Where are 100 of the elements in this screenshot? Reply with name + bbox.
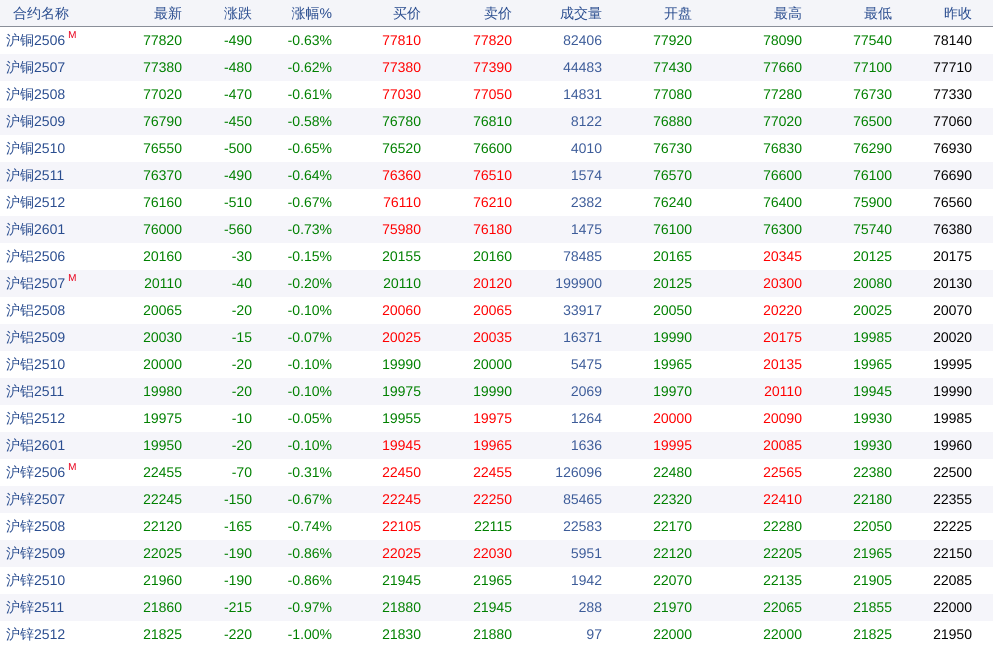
table-cell: 20085 <box>763 437 802 453</box>
table-cell: 21950 <box>933 626 972 642</box>
table-cell: -0.10% <box>288 356 332 372</box>
table-cell: 20160 <box>143 248 182 264</box>
table-cell: -500 <box>224 140 252 156</box>
table-cell: -510 <box>224 194 252 210</box>
table-cell: 8122 <box>570 113 602 129</box>
table-cell: 22105 <box>382 518 421 534</box>
contract-name[interactable]: 沪铝2506 <box>6 243 66 270</box>
column-header[interactable]: 涨跌 <box>224 5 252 21</box>
table-cell: 76730 <box>653 140 692 156</box>
table-cell: 76240 <box>653 194 692 210</box>
contract-name[interactable]: 沪铝2512 <box>6 405 66 432</box>
table-cell: 77430 <box>653 59 692 75</box>
column-header[interactable]: 卖价 <box>484 5 512 21</box>
contract-name[interactable]: 沪铝2510 <box>6 351 66 378</box>
contract-name[interactable]: 沪铜2508 <box>6 81 66 108</box>
table-cell: 20110 <box>383 275 421 291</box>
table-cell: 22050 <box>853 518 892 534</box>
table-cell: 20065 <box>143 302 182 318</box>
table-cell: 44483 <box>563 59 602 75</box>
contract-name[interactable]: 沪锌2512 <box>6 621 66 648</box>
contract-name[interactable]: 沪铜2511 <box>6 162 64 189</box>
table-cell: 77810 <box>382 32 421 48</box>
table-cell: 22225 <box>933 518 972 534</box>
contract-name[interactable]: 沪锌2507 <box>6 486 66 513</box>
table-cell: 2382 <box>570 194 602 210</box>
contract-name[interactable]: 沪铝2508 <box>6 297 66 324</box>
table-cell: -470 <box>224 86 252 102</box>
contract-name[interactable]: 沪锌2508 <box>6 513 66 540</box>
table-cell: 20120 <box>473 275 512 291</box>
table-cell: 22380 <box>853 464 892 480</box>
table-cell: -0.65% <box>288 140 332 156</box>
table-cell: 77540 <box>853 32 892 48</box>
table-cell: -0.58% <box>288 113 332 129</box>
table-cell: 20090 <box>763 410 802 426</box>
table-cell: 76180 <box>473 221 512 237</box>
table-cell: -0.74% <box>288 518 332 534</box>
contract-name[interactable]: 沪铝2509 <box>6 324 66 351</box>
table-cell: 20025 <box>382 329 421 345</box>
table-cell: 199900 <box>555 275 602 291</box>
table-cell: 76560 <box>933 194 972 210</box>
table-cell: -40 <box>232 275 252 291</box>
table-cell: 77060 <box>933 113 972 129</box>
table-cell: 77080 <box>653 86 692 102</box>
column-header[interactable]: 最高 <box>774 5 802 21</box>
contract-name[interactable]: 沪锌2511 <box>6 594 64 621</box>
contract-name[interactable]: 沪锌2509 <box>6 540 66 567</box>
column-header[interactable]: 开盘 <box>664 5 692 21</box>
contract-name[interactable]: 沪铜2507 <box>6 54 66 81</box>
contract-name[interactable]: 沪铝2601 <box>6 432 66 459</box>
table-cell: 1574 <box>570 167 602 183</box>
table-cell: 77710 <box>933 59 972 75</box>
contract-name[interactable]: 沪锌2510 <box>6 567 66 594</box>
table-cell: 76110 <box>383 194 421 210</box>
contract-name[interactable]: 沪铝2511 <box>6 378 64 405</box>
table-cell: -0.15% <box>288 248 332 264</box>
table-cell: 19930 <box>853 437 892 453</box>
table-cell: 20165 <box>653 248 692 264</box>
table-cell: -190 <box>224 545 252 561</box>
table-cell: 20160 <box>473 248 512 264</box>
table-cell: 19985 <box>853 329 892 345</box>
table-cell: -190 <box>224 572 252 588</box>
column-header[interactable]: 涨幅% <box>292 5 332 21</box>
contract-name[interactable]: 沪铜2512 <box>6 189 66 216</box>
contract-name[interactable]: 沪铜2506 <box>6 27 66 54</box>
table-cell: 76520 <box>382 140 421 156</box>
contract-name[interactable]: 沪铝2507 <box>6 270 66 297</box>
table-cell: 22120 <box>653 545 692 561</box>
table-cell: 22115 <box>474 518 512 534</box>
table-cell: 22070 <box>653 572 692 588</box>
column-header[interactable]: 合约名称 <box>13 5 69 21</box>
contract-name[interactable]: 沪铜2601 <box>6 216 66 243</box>
table-cell: 76400 <box>763 194 802 210</box>
table-cell: 126096 <box>555 464 602 480</box>
contract-name[interactable]: 沪锌2506 <box>6 459 66 486</box>
column-header[interactable]: 成交量 <box>560 5 602 21</box>
contract-name[interactable]: 沪铜2510 <box>6 135 66 162</box>
table-cell: 78140 <box>933 32 972 48</box>
table-cell: 22135 <box>763 572 802 588</box>
table-cell: 76000 <box>143 221 182 237</box>
table-cell: 76930 <box>933 140 972 156</box>
table-cell: -20 <box>232 383 252 399</box>
column-header[interactable]: 昨收 <box>944 5 972 21</box>
table-cell: -20 <box>232 302 252 318</box>
column-header[interactable]: 买价 <box>393 5 421 21</box>
table-cell: 77920 <box>653 32 692 48</box>
table-cell: 19975 <box>382 383 421 399</box>
table-cell: 78485 <box>563 248 602 264</box>
table-cell: 21855 <box>853 599 892 615</box>
table-cell: -490 <box>224 167 252 183</box>
table-cell: 21825 <box>143 626 182 642</box>
column-header[interactable]: 最低 <box>864 5 892 21</box>
column-header[interactable]: 最新 <box>154 5 182 21</box>
table-cell: -0.73% <box>288 221 332 237</box>
table-cell: 76830 <box>763 140 802 156</box>
contract-name[interactable]: 沪铜2509 <box>6 108 66 135</box>
main-contract-label: M <box>68 461 76 475</box>
table-cell: -0.86% <box>288 545 332 561</box>
table-cell: 1475 <box>570 221 602 237</box>
